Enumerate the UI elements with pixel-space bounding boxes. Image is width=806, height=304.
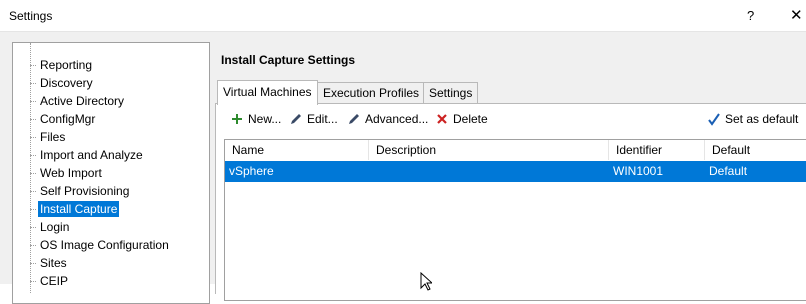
advanced-button-label: Advanced...	[365, 112, 429, 126]
window-title: Settings	[9, 9, 53, 23]
tab-virtual-machines[interactable]: Virtual Machines	[217, 80, 318, 105]
tree-branch	[30, 137, 36, 138]
plus-icon	[230, 112, 244, 126]
grid-header: Name Description Identifier Default	[225, 140, 806, 160]
pencil-icon	[347, 112, 361, 126]
cell-description	[369, 161, 609, 182]
dialog-body: Reporting Discovery Active Directory Con…	[0, 32, 806, 304]
table-row[interactable]: vSphere WIN1001 Default	[225, 161, 806, 182]
tree-item-label: Discovery	[40, 76, 93, 90]
tree-item-sites[interactable]: Sites	[13, 254, 209, 272]
title-bar: Settings ? ✕	[0, 0, 806, 32]
column-header-default[interactable]: Default	[705, 140, 806, 160]
tree-branch	[30, 65, 36, 66]
tree-branch	[30, 191, 36, 192]
edit-button-label: Edit...	[307, 112, 338, 126]
tab-execution-profiles[interactable]: Execution Profiles	[317, 82, 426, 103]
tree-item-configmgr[interactable]: ConfigMgr	[13, 110, 209, 128]
tree-branch	[30, 83, 36, 84]
tree-item-web-import[interactable]: Web Import	[13, 164, 209, 182]
tree-branch	[30, 227, 36, 228]
tree-item-reporting[interactable]: Reporting	[13, 56, 209, 74]
cell-name: vSphere	[229, 164, 274, 178]
tab-settings[interactable]: Settings	[423, 82, 479, 103]
tree-item-label: Sites	[40, 256, 67, 270]
delete-x-icon	[435, 112, 449, 126]
tree-item-label: Import and Analyze	[40, 148, 143, 162]
tree-item-active-directory[interactable]: Active Directory	[13, 92, 209, 110]
delete-button[interactable]: Delete	[435, 110, 488, 128]
column-header-name[interactable]: Name	[225, 140, 369, 160]
help-button[interactable]: ?	[747, 8, 754, 23]
tree-item-label: Login	[40, 220, 70, 234]
pencil-icon	[289, 112, 303, 126]
tree-item-ceip[interactable]: CEIP	[13, 272, 209, 290]
tree-item-label: Self Provisioning	[40, 184, 130, 198]
column-header-identifier[interactable]: Identifier	[609, 140, 705, 160]
tree-item-install-capture[interactable]: Install Capture	[13, 200, 209, 218]
cell-identifier: WIN1001	[613, 164, 664, 178]
tree-item-os-image-configuration[interactable]: OS Image Configuration	[13, 236, 209, 254]
tree-item-label: Install Capture	[38, 201, 120, 217]
cell-default: Default	[709, 164, 748, 178]
tree-branch	[30, 263, 36, 264]
tree-item-label: ConfigMgr	[40, 112, 96, 126]
tree-branch	[30, 155, 36, 156]
new-button[interactable]: New...	[230, 110, 281, 128]
column-header-description[interactable]: Description	[369, 140, 609, 160]
tree-branch	[30, 281, 36, 282]
settings-tree[interactable]: Reporting Discovery Active Directory Con…	[12, 42, 210, 304]
tree-branch	[30, 119, 36, 120]
set-as-default-label: Set as default	[725, 112, 799, 126]
tree-item-label: CEIP	[40, 274, 69, 288]
virtual-machines-grid[interactable]: Name Description Identifier Default vSph…	[224, 139, 806, 301]
tree-item-label: Active Directory	[40, 94, 125, 108]
checkmark-icon	[707, 112, 721, 126]
advanced-button[interactable]: Advanced...	[347, 110, 428, 128]
tree-item-label: Reporting	[40, 58, 93, 72]
tree-item-login[interactable]: Login	[13, 218, 209, 236]
tree-item-label: OS Image Configuration	[40, 238, 169, 252]
tab-panel: New... Edit... Advanced... Delete Set as…	[215, 103, 806, 301]
set-as-default-button[interactable]: Set as default	[707, 110, 798, 128]
close-button[interactable]: ✕	[790, 6, 803, 24]
tree-branch	[30, 101, 36, 102]
delete-button-label: Delete	[453, 112, 488, 126]
tree-item-self-provisioning[interactable]: Self Provisioning	[13, 182, 209, 200]
new-button-label: New...	[248, 112, 282, 126]
edit-button[interactable]: Edit...	[289, 110, 338, 128]
toolbar: New... Edit... Advanced... Delete Set as…	[216, 104, 806, 132]
tree-item-discovery[interactable]: Discovery	[13, 74, 209, 92]
section-title: Install Capture Settings	[221, 53, 356, 67]
tree-item-label: Web Import	[40, 166, 102, 180]
tree-branch	[30, 245, 36, 246]
tree-item-label: Files	[40, 130, 66, 144]
tree-item-import-and-analyze[interactable]: Import and Analyze	[13, 146, 209, 164]
tree-branch	[30, 209, 36, 210]
tree-branch	[30, 173, 36, 174]
tree-item-files[interactable]: Files	[13, 128, 209, 146]
